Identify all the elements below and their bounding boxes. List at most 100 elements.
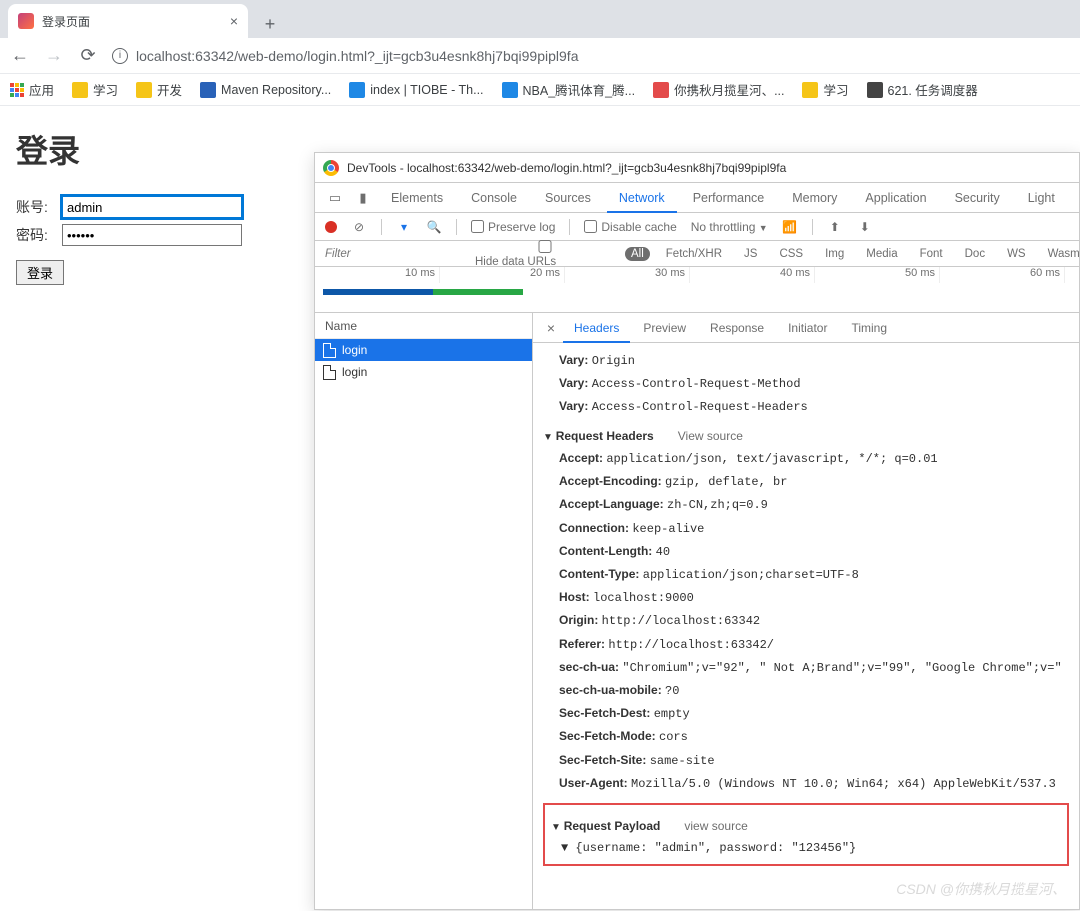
close-icon[interactable]: × bbox=[230, 13, 238, 29]
request-row[interactable]: login bbox=[315, 361, 532, 383]
devtools-tab-memory[interactable]: Memory bbox=[780, 183, 849, 213]
bookmark-label: 学习 bbox=[823, 80, 848, 99]
apps-icon bbox=[10, 83, 24, 97]
devtools-tab-performance[interactable]: Performance bbox=[681, 183, 777, 213]
clear-icon[interactable]: ⊘ bbox=[351, 220, 367, 234]
throttling-select[interactable]: No throttling ▼ bbox=[691, 220, 768, 234]
filter-type-wasm[interactable]: Wasm bbox=[1042, 247, 1080, 261]
bookmark-item[interactable]: index | TIOBE - Th... bbox=[349, 82, 483, 98]
network-timeline[interactable]: 10 ms20 ms30 ms40 ms50 ms60 ms bbox=[315, 267, 1079, 313]
filter-type-img[interactable]: Img bbox=[819, 247, 850, 261]
filter-type-media[interactable]: Media bbox=[860, 247, 903, 261]
bookmark-item[interactable]: 你携秋月揽星河、... bbox=[653, 80, 784, 99]
bookmark-item[interactable]: NBA_腾讯体育_腾... bbox=[502, 80, 636, 99]
site-info-icon[interactable]: i bbox=[112, 48, 128, 64]
request-header-row: Content-Type: application/json;charset=U… bbox=[543, 563, 1069, 586]
upload-icon[interactable]: ⬆ bbox=[827, 220, 843, 234]
disable-cache-checkbox[interactable]: Disable cache bbox=[584, 220, 676, 234]
back-icon[interactable]: ← bbox=[10, 45, 30, 66]
hide-data-urls-checkbox[interactable]: Hide data URLs bbox=[475, 240, 615, 268]
timeline-tick: 30 ms bbox=[565, 267, 690, 283]
filter-type-all[interactable]: All bbox=[625, 247, 650, 261]
timeline-tick: 50 ms bbox=[815, 267, 940, 283]
request-headers-section[interactable]: Request HeadersView source bbox=[543, 425, 1069, 448]
browser-tab[interactable]: 登录页面 × bbox=[8, 4, 248, 38]
bookmark-icon bbox=[349, 82, 365, 98]
bookmark-item[interactable]: 开发 bbox=[136, 80, 182, 99]
bookmark-item[interactable]: 学习 bbox=[72, 80, 118, 99]
url-field[interactable]: i localhost:63342/web-demo/login.html?_i… bbox=[112, 48, 1070, 64]
devtools-tab-application[interactable]: Application bbox=[853, 183, 938, 213]
payload-view-source-link[interactable]: view source bbox=[684, 819, 747, 833]
document-icon bbox=[323, 343, 336, 358]
devtools-tab-elements[interactable]: Elements bbox=[379, 183, 455, 213]
request-row[interactable]: login bbox=[315, 339, 532, 361]
request-header-row: Referer: http://localhost:63342/ bbox=[543, 633, 1069, 656]
new-tab-button[interactable]: + bbox=[256, 10, 284, 38]
wifi-icon[interactable]: 📶 bbox=[782, 220, 798, 234]
devtools-tab-light[interactable]: Light bbox=[1016, 183, 1067, 213]
apps-label: 应用 bbox=[29, 80, 54, 99]
bookmarks-bar: 应用 学习开发Maven Repository...index | TIOBE … bbox=[0, 74, 1080, 106]
bookmark-icon bbox=[502, 82, 518, 98]
address-bar: ← → ⟳ i localhost:63342/web-demo/login.h… bbox=[0, 38, 1080, 74]
timeline-tick: 40 ms bbox=[690, 267, 815, 283]
request-header-row: Accept-Encoding: gzip, deflate, br bbox=[543, 470, 1069, 493]
devtools-tab-security[interactable]: Security bbox=[943, 183, 1012, 213]
record-icon[interactable] bbox=[325, 221, 337, 233]
filter-type-css[interactable]: CSS bbox=[773, 247, 809, 261]
filter-icon[interactable]: ▾ bbox=[396, 220, 412, 234]
reload-icon[interactable]: ⟳ bbox=[78, 45, 98, 66]
detail-tab-preview[interactable]: Preview bbox=[632, 313, 697, 343]
request-payload-section[interactable]: Request Payloadview source bbox=[551, 815, 1061, 838]
filter-type-font[interactable]: Font bbox=[914, 247, 949, 261]
login-button[interactable]: 登录 bbox=[16, 260, 64, 285]
detail-body: Vary: OriginVary: Access-Control-Request… bbox=[533, 343, 1079, 909]
timeline-bar bbox=[323, 289, 523, 295]
filter-type-doc[interactable]: Doc bbox=[959, 247, 991, 261]
filter-input[interactable] bbox=[325, 248, 465, 260]
bookmark-icon bbox=[867, 82, 883, 98]
payload-body: {username: "admin", password: "123456"} bbox=[575, 841, 856, 855]
request-header-row: Sec-Fetch-Site: same-site bbox=[543, 749, 1069, 772]
filter-type-fetchxhr[interactable]: Fetch/XHR bbox=[660, 247, 728, 261]
forward-icon[interactable]: → bbox=[44, 45, 64, 66]
bookmark-item[interactable]: Maven Repository... bbox=[200, 82, 331, 98]
devtools-titlebar[interactable]: DevTools - localhost:63342/web-demo/logi… bbox=[315, 153, 1079, 183]
bookmark-item[interactable]: 621. 任务调度器 bbox=[867, 80, 978, 99]
filter-type-ws[interactable]: WS bbox=[1001, 247, 1032, 261]
devtools-tab-sources[interactable]: Sources bbox=[533, 183, 603, 213]
bookmark-icon bbox=[653, 82, 669, 98]
devtools-tab-network[interactable]: Network bbox=[607, 183, 677, 213]
request-header-row: Accept-Language: zh-CN,zh;q=0.9 bbox=[543, 493, 1069, 516]
chrome-icon bbox=[323, 160, 339, 176]
download-icon[interactable]: ⬇ bbox=[857, 220, 873, 234]
request-header-row: Sec-Fetch-Mode: cors bbox=[543, 725, 1069, 748]
password-input[interactable] bbox=[62, 224, 242, 246]
inspect-icon[interactable]: ▭ bbox=[323, 190, 347, 206]
bookmark-icon bbox=[72, 82, 88, 98]
request-list-header: Name bbox=[315, 313, 532, 339]
url-text: localhost:63342/web-demo/login.html?_ijt… bbox=[136, 48, 578, 64]
tab-title: 登录页面 bbox=[42, 13, 90, 30]
bookmark-icon bbox=[136, 82, 152, 98]
timeline-tick: 10 ms bbox=[315, 267, 440, 283]
apps-button[interactable]: 应用 bbox=[10, 80, 54, 99]
bookmark-label: Maven Repository... bbox=[221, 83, 331, 97]
detail-tab-timing[interactable]: Timing bbox=[840, 313, 898, 343]
detail-tab-headers[interactable]: Headers bbox=[563, 313, 630, 343]
account-input[interactable] bbox=[62, 196, 242, 218]
device-icon[interactable]: ▮ bbox=[351, 190, 375, 206]
close-detail-icon[interactable]: × bbox=[541, 320, 561, 336]
detail-tab-response[interactable]: Response bbox=[699, 313, 775, 343]
detail-tab-initiator[interactable]: Initiator bbox=[777, 313, 838, 343]
bookmark-item[interactable]: 学习 bbox=[802, 80, 848, 99]
request-list: Name loginlogin bbox=[315, 313, 533, 909]
request-header-row: Sec-Fetch-Dest: empty bbox=[543, 702, 1069, 725]
view-source-link[interactable]: View source bbox=[678, 429, 743, 443]
devtools-tab-console[interactable]: Console bbox=[459, 183, 529, 213]
search-icon[interactable]: 🔍 bbox=[426, 220, 442, 234]
filter-type-js[interactable]: JS bbox=[738, 247, 763, 261]
devtools-title: DevTools - localhost:63342/web-demo/logi… bbox=[347, 161, 786, 175]
preserve-log-checkbox[interactable]: Preserve log bbox=[471, 220, 555, 234]
